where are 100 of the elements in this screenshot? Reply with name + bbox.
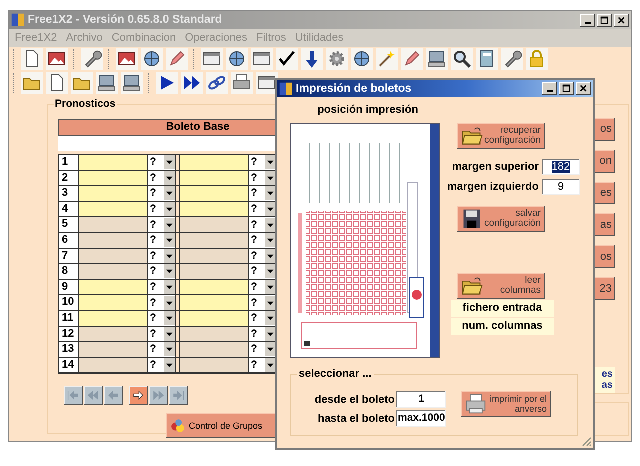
sign-dropdown[interactable]: ? xyxy=(148,342,176,357)
close-button[interactable] xyxy=(576,82,591,95)
pencil-icon[interactable] xyxy=(166,48,188,70)
calculator-icon[interactable] xyxy=(476,48,498,70)
ticket-range-field[interactable]: max.1000 xyxy=(396,410,446,427)
table-cell[interactable] xyxy=(179,155,249,170)
computer-icon[interactable] xyxy=(426,48,448,70)
wrench-icon[interactable] xyxy=(81,48,103,70)
sign-dropdown[interactable]: ? xyxy=(249,155,277,170)
table-cell[interactable] xyxy=(79,295,148,310)
table-cell[interactable] xyxy=(79,217,148,232)
sign-dropdown[interactable]: ? xyxy=(148,186,176,201)
last-arrow-icon xyxy=(172,389,185,402)
computer-icon[interactable] xyxy=(96,72,118,94)
table-cell[interactable] xyxy=(79,170,148,186)
link-icon[interactable] xyxy=(206,72,228,94)
document-icon[interactable] xyxy=(46,72,68,94)
magnifier-icon[interactable] xyxy=(451,48,473,70)
pencil-icon[interactable] xyxy=(401,48,423,70)
window-icon[interactable] xyxy=(256,72,278,94)
sign-dropdown[interactable]: ? xyxy=(148,217,176,232)
right-arrow-icon xyxy=(132,389,145,402)
sign-dropdown[interactable]: ? xyxy=(249,217,277,232)
sign-dropdown[interactable]: ? xyxy=(249,186,277,201)
preview-label: posición impresión xyxy=(316,103,420,118)
table-cell[interactable] xyxy=(179,202,249,216)
checkmark-icon[interactable] xyxy=(276,48,298,70)
maximize-button[interactable] xyxy=(597,14,612,26)
sign-dropdown[interactable]: ? xyxy=(249,342,277,357)
table-cell[interactable] xyxy=(179,186,249,201)
table-cell[interactable] xyxy=(179,326,249,342)
table-cell[interactable] xyxy=(79,280,148,294)
globe-icon[interactable] xyxy=(351,48,373,70)
ticket-range-field[interactable]: 1 xyxy=(396,391,446,408)
table-cell[interactable] xyxy=(79,310,148,326)
document-icon[interactable] xyxy=(21,48,43,70)
table-cell[interactable] xyxy=(179,264,249,279)
minimize-button[interactable] xyxy=(580,14,595,26)
close-button[interactable] xyxy=(614,14,629,26)
computer-icon[interactable] xyxy=(121,72,143,94)
load-config-button[interactable]: recuperar configuración xyxy=(457,123,545,149)
gear-icon[interactable] xyxy=(326,48,348,70)
table-cell[interactable] xyxy=(179,310,249,326)
sign-dropdown[interactable]: ? xyxy=(148,232,176,248)
picture-icon[interactable] xyxy=(116,48,138,70)
table-cell[interactable] xyxy=(79,155,148,170)
table-cell[interactable] xyxy=(179,358,249,372)
save-config-button[interactable]: salvar configuración xyxy=(457,206,545,232)
folder-icon[interactable] xyxy=(71,72,93,94)
row-number: 9 xyxy=(59,280,79,294)
arrow-down-icon[interactable] xyxy=(301,48,323,70)
printer-icon[interactable] xyxy=(231,72,253,94)
window-icon[interactable] xyxy=(201,48,223,70)
read-columns-button[interactable]: leer columnas xyxy=(457,273,545,299)
table-cell[interactable] xyxy=(79,232,148,248)
nav-next-button[interactable] xyxy=(129,386,148,406)
sign-dropdown[interactable]: ? xyxy=(148,310,176,326)
table-cell[interactable] xyxy=(179,170,249,186)
wrench-icon[interactable] xyxy=(501,48,523,70)
fast-forward-icon[interactable] xyxy=(181,72,203,94)
sign-dropdown[interactable]: ? xyxy=(148,155,176,170)
table-cell[interactable] xyxy=(79,248,148,264)
table-cell[interactable] xyxy=(179,217,249,232)
maximize-button[interactable] xyxy=(559,82,574,95)
table-cell[interactable] xyxy=(79,202,148,216)
sign-dropdown[interactable]: ? xyxy=(249,295,277,310)
table-cell[interactable] xyxy=(179,295,249,310)
sign-dropdown[interactable]: ? xyxy=(148,280,176,294)
globe-icon[interactable] xyxy=(226,48,248,70)
minimize-button[interactable] xyxy=(542,82,557,95)
table-cell[interactable] xyxy=(179,280,249,294)
magic-wand-icon[interactable] xyxy=(376,48,398,70)
table-cell[interactable] xyxy=(179,232,249,248)
sign-dropdown[interactable]: ? xyxy=(148,326,176,342)
margin-field[interactable]: 9 xyxy=(542,179,580,195)
sign-dropdown[interactable]: ? xyxy=(148,295,176,310)
margin-field[interactable]: 182 xyxy=(542,159,580,175)
resize-grip-icon[interactable] xyxy=(580,435,592,447)
table-cell[interactable] xyxy=(79,358,148,372)
sign-dropdown[interactable]: ? xyxy=(148,264,176,279)
sign-dropdown[interactable]: ? xyxy=(249,264,277,279)
table-cell[interactable] xyxy=(79,264,148,279)
globe-icon[interactable] xyxy=(141,48,163,70)
table-cell[interactable] xyxy=(79,186,148,201)
picture-icon[interactable] xyxy=(46,48,68,70)
table-cell[interactable] xyxy=(179,342,249,357)
table-cell[interactable] xyxy=(79,326,148,342)
colored-balls-icon xyxy=(170,418,186,434)
ticket-range-label: desde el boleto xyxy=(314,394,395,406)
table-cell[interactable] xyxy=(179,248,249,264)
sign-dropdown[interactable]: ? xyxy=(148,358,176,372)
folder-icon[interactable] xyxy=(21,72,43,94)
sign-dropdown[interactable]: ? xyxy=(148,248,176,264)
table-cell[interactable] xyxy=(79,342,148,357)
play-icon[interactable] xyxy=(156,72,178,94)
sign-dropdown[interactable]: ? xyxy=(148,202,176,216)
window-icon[interactable] xyxy=(251,48,273,70)
sign-dropdown[interactable]: ? xyxy=(148,170,176,186)
print-button[interactable]: imprimir por el anverso xyxy=(461,391,551,417)
maximize-icon xyxy=(600,16,609,24)
